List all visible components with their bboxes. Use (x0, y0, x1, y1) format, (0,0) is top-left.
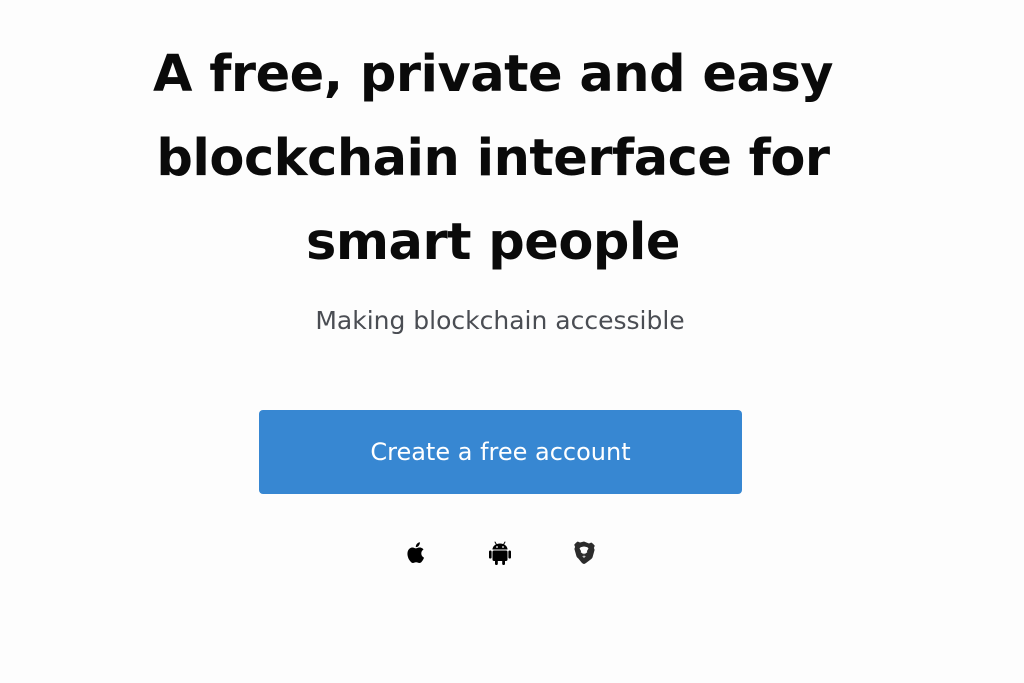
page-headline: A free, private and easy blockchain inte… (150, 33, 836, 285)
brave-icon[interactable] (567, 536, 601, 570)
headline-line-1: A free, private and easy (153, 45, 834, 104)
apple-icon[interactable] (399, 536, 433, 570)
android-icon[interactable] (483, 536, 517, 570)
headline-line-3: smart people (306, 213, 680, 272)
create-account-button[interactable]: Create a free account (259, 410, 742, 494)
page-subtitle: Making blockchain accessible (315, 306, 685, 335)
hero-section: A free, private and easy blockchain inte… (0, 0, 1024, 683)
headline-line-2: blockchain interface for (156, 129, 830, 188)
platform-links (0, 536, 1024, 570)
